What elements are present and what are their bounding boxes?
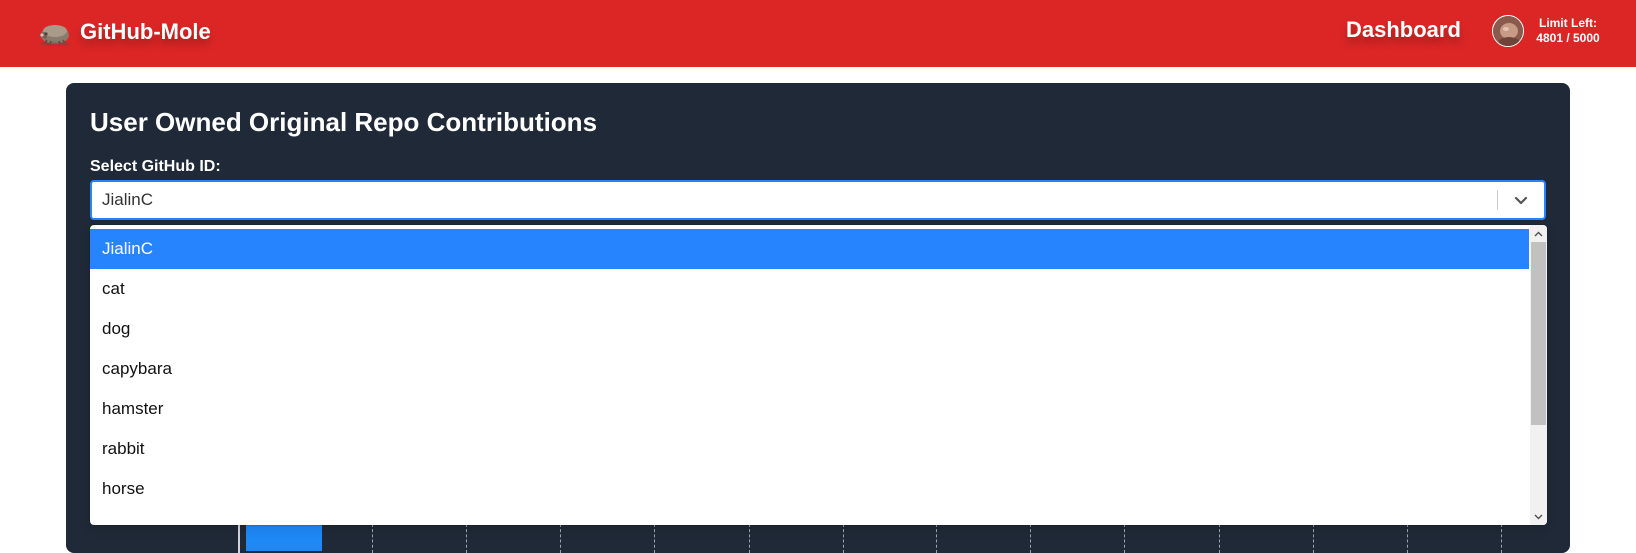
limit-value: 4801 / 5000 — [1536, 31, 1600, 45]
limit-label: Limit Left: — [1539, 16, 1597, 30]
dropdown-option[interactable]: capybara — [90, 349, 1529, 389]
dropdown-option[interactable]: hamster — [90, 389, 1529, 429]
scroll-down-arrow-icon[interactable] — [1530, 508, 1547, 525]
select-separator — [1497, 190, 1498, 210]
scrollbar-thumb[interactable] — [1531, 242, 1546, 425]
dropdown-option[interactable]: dog — [90, 309, 1529, 349]
top-navbar: GitHub-Mole Dashboard Limit Left: 4801 /… — [0, 0, 1636, 67]
github-id-select[interactable] — [90, 180, 1546, 220]
dropdown-option[interactable]: rabbit — [90, 429, 1529, 469]
chevron-down-icon[interactable] — [1504, 186, 1538, 214]
dropdown-options-list: JialinC cat dog capybara hamster rabbit horse — [90, 229, 1529, 509]
nav-dashboard-link[interactable]: Dashboard — [1346, 17, 1461, 43]
scroll-up-arrow-icon[interactable] — [1530, 225, 1547, 242]
brand-name: GitHub-Mole — [80, 19, 211, 44]
mole-icon — [39, 25, 71, 46]
avatar-image — [1493, 16, 1523, 46]
github-id-dropdown-menu: JialinC cat dog capybara hamster rabbit horse — [90, 225, 1547, 525]
rate-limit-indicator: Limit Left: 4801 / 5000 — [1528, 16, 1608, 46]
panel-title: User Owned Original Repo Contributions — [90, 107, 598, 137]
brand[interactable]: GitHub-Mole — [34, 15, 211, 49]
dropdown-scrollbar[interactable] — [1530, 225, 1547, 525]
dropdown-option[interactable]: JialinC — [90, 229, 1529, 269]
github-id-input[interactable] — [100, 182, 1460, 218]
dropdown-option[interactable]: horse — [90, 469, 1529, 509]
avatar[interactable] — [1492, 15, 1524, 47]
select-label: Select GitHub ID: — [90, 158, 221, 175]
dropdown-option[interactable]: cat — [90, 269, 1529, 309]
